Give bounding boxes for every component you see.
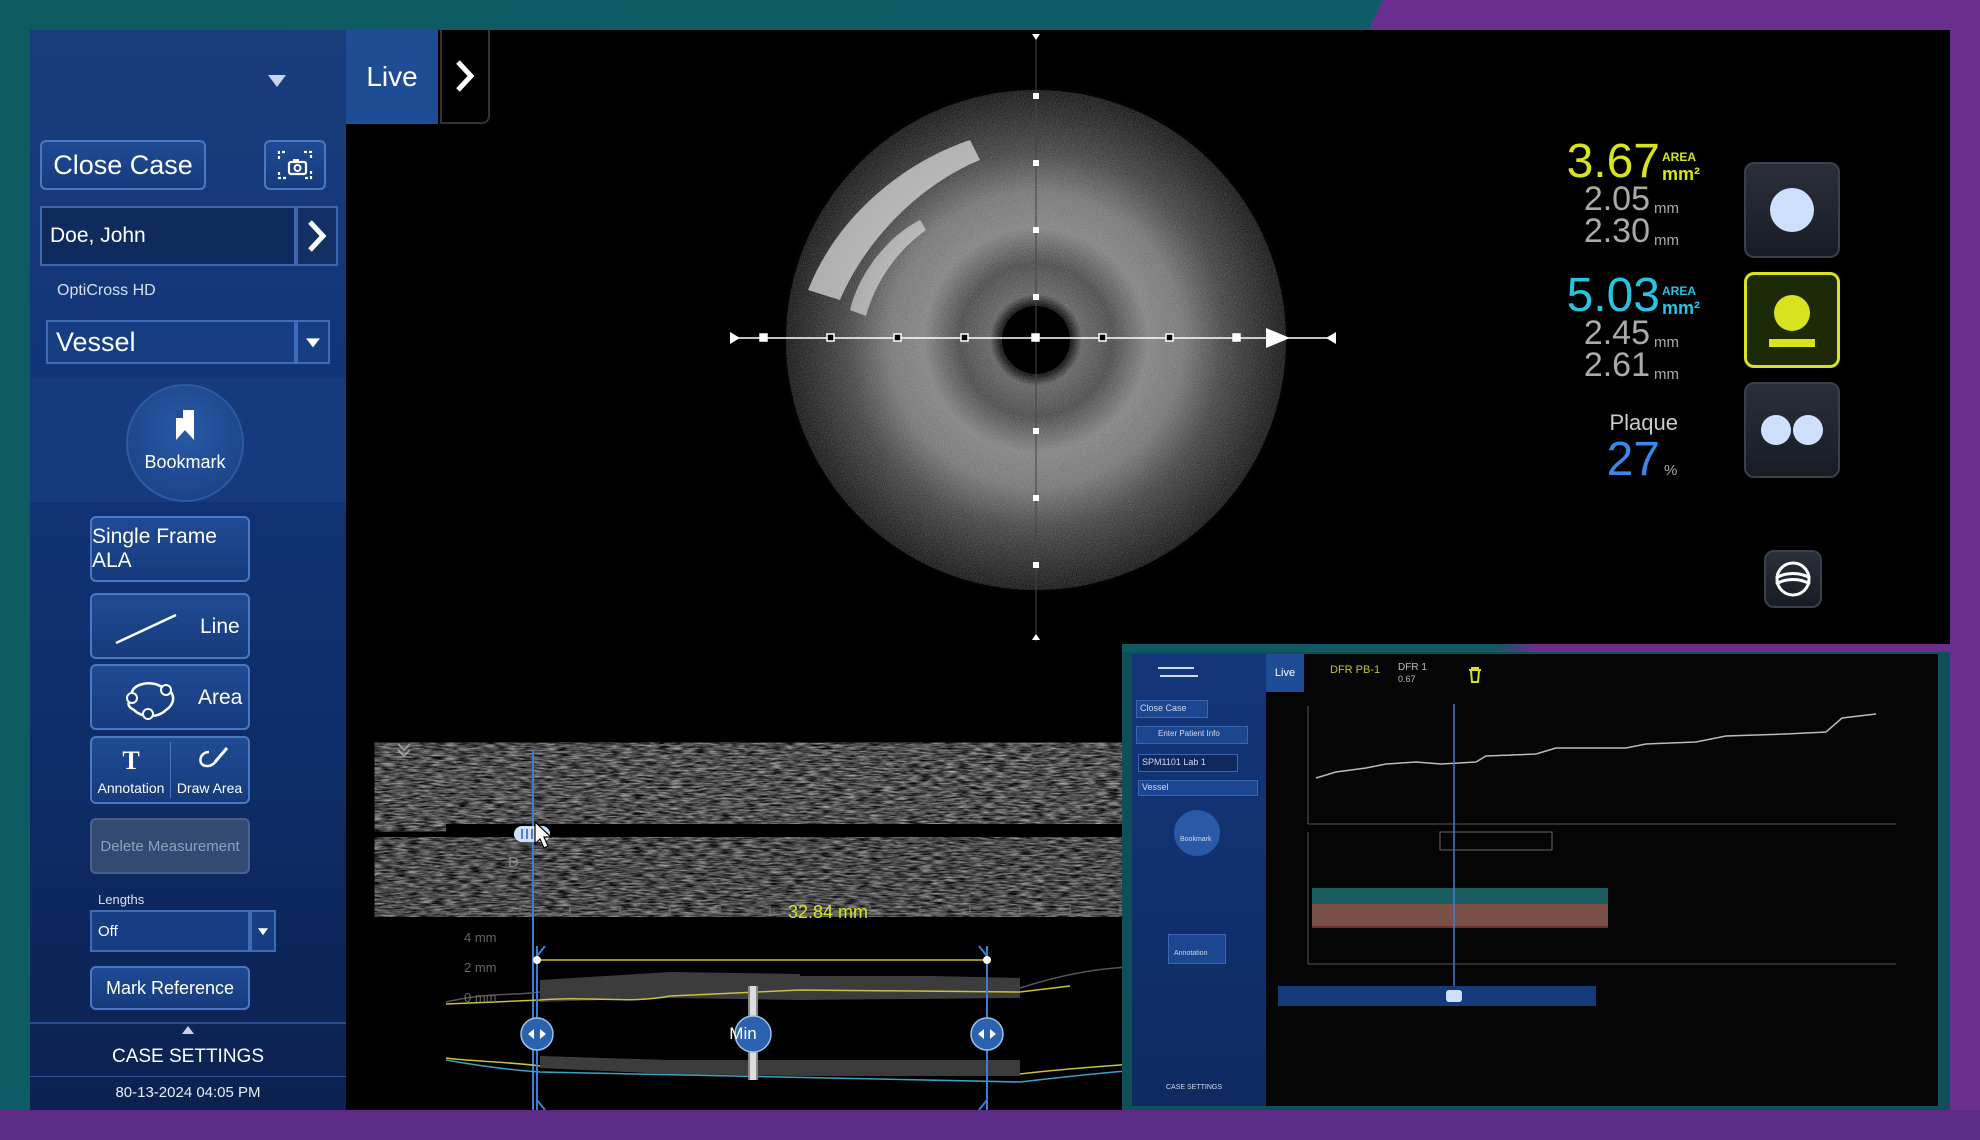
- inset-dfr-screen: Close Case Enter Patient Info SPM1101 La…: [1132, 654, 1938, 1106]
- circle-icon: [1770, 188, 1814, 232]
- chevron-up-icon[interactable]: [182, 1026, 194, 1034]
- min-marker-button[interactable]: Min: [725, 1024, 761, 1044]
- scale-4mm: 4 mm: [464, 930, 497, 945]
- inset-border: [1122, 644, 1950, 652]
- plaque-unit: %: [1664, 462, 1678, 479]
- tab-live[interactable]: Live: [346, 30, 438, 124]
- vessel-diameter-max: 2.61: [1583, 346, 1650, 384]
- chevron-right-icon: [308, 220, 327, 252]
- inset-trash-icon: [1469, 667, 1481, 683]
- inset-sidebar: Close Case Enter Patient Info SPM1101 La…: [1132, 654, 1266, 1106]
- length-measurement-label: 32.84 mm: [787, 902, 869, 922]
- profile-icon: [1769, 295, 1815, 347]
- annotation-button[interactable]: T Annotation: [92, 738, 170, 802]
- inset-screenshot: Close Case Enter Patient Info SPM1101 La…: [1122, 644, 1950, 1110]
- ivus-screen: Close Case Doe, John OptiCross HD Vessel…: [30, 30, 1950, 1110]
- lengths-dropdown-button[interactable]: [250, 910, 276, 952]
- text-tool-icon: T: [122, 746, 140, 775]
- line-icon: [115, 613, 177, 645]
- case-datetime: 80-13-2024 04:05 PM: [115, 1084, 261, 1101]
- area-label: Area: [198, 686, 243, 709]
- inset-close-case-label: Close Case: [1140, 703, 1187, 713]
- line-tool-button[interactable]: Line: [90, 593, 250, 659]
- scale-0mm: 0 mm: [464, 990, 497, 1005]
- delete-measurement-button[interactable]: Delete Measurement: [90, 818, 250, 874]
- bookmark-label: Bookmark: [144, 452, 226, 472]
- area-icon: [126, 682, 175, 720]
- vessel-dropdown-button[interactable]: [296, 320, 330, 364]
- unit-mm: mm: [1654, 334, 1679, 351]
- vessel-area-label: AREA: [1662, 284, 1697, 298]
- case-settings-button[interactable]: CASE SETTINGS: [30, 1046, 346, 1068]
- patient-details-button[interactable]: [296, 206, 338, 266]
- close-case-button[interactable]: Close Case: [40, 140, 206, 190]
- area-tool-button[interactable]: Area: [90, 664, 250, 730]
- chevron-down-icon: [258, 928, 268, 936]
- vessel-area-unit: mm²: [1662, 298, 1701, 318]
- draw-area-button[interactable]: Draw Area: [171, 738, 248, 802]
- inset-bookmark-label: Bookmark: [1180, 836, 1212, 843]
- line-label: Line: [200, 615, 240, 638]
- settings-shortcut-button[interactable]: [1764, 550, 1822, 608]
- dual-circle-icon: [1761, 415, 1823, 445]
- chevron-right-icon: [456, 60, 475, 92]
- display-mode-lumen-button[interactable]: [1744, 162, 1840, 258]
- inset-case-settings-label: CASE SETTINGS: [1166, 1084, 1223, 1091]
- unit-mm: mm: [1654, 200, 1679, 217]
- divider: [30, 1076, 346, 1077]
- patient-name-field[interactable]: Doe, John: [40, 206, 296, 266]
- expand-tabs-button[interactable]: [440, 30, 490, 124]
- bookmark-icon: [176, 410, 194, 440]
- mark-reference-button[interactable]: Mark Reference: [90, 966, 250, 1010]
- vessel-select[interactable]: Vessel: [46, 320, 296, 364]
- distal-marker: D: [508, 854, 519, 871]
- unit-mm: mm: [1654, 366, 1679, 383]
- ivus-cross-section[interactable]: [690, 30, 1390, 650]
- plaque-value: 27: [1606, 433, 1660, 486]
- inset-live-tab: Live: [1266, 654, 1304, 692]
- annotation-label: Annotation: [97, 780, 165, 796]
- display-mode-profile-button[interactable]: [1744, 272, 1840, 368]
- inset-dfr2-label: DFR 1: [1398, 662, 1427, 673]
- divider: [30, 1022, 346, 1024]
- annotation-group: T Annotation Draw Area: [90, 736, 250, 804]
- inset-lab-label: SPM1101 Lab 1: [1142, 757, 1206, 767]
- lengths-select[interactable]: Off: [90, 910, 250, 952]
- draw-area-icon: [199, 747, 229, 768]
- inset-dfr2-value: 0.67: [1398, 674, 1416, 684]
- catheter-label: OptiCross HD: [57, 282, 156, 299]
- unit-mm: mm: [1654, 232, 1679, 249]
- inset-vessel-label: Vessel: [1142, 782, 1169, 792]
- single-frame-ala-button[interactable]: Single Frame ALA: [90, 516, 250, 582]
- lengths-label: Lengths: [98, 892, 145, 907]
- bookmark-button[interactable]: Bookmark: [126, 384, 244, 502]
- inset-bookmark-button: [1174, 810, 1220, 856]
- menu-dropdown-icon[interactable]: [268, 75, 286, 87]
- inset-annotation-button: [1168, 934, 1226, 964]
- chevron-down-icon: [306, 338, 320, 348]
- inset-patient-label: Enter Patient Info: [1158, 729, 1220, 738]
- lumen-area-label: AREA: [1662, 150, 1697, 164]
- draw-area-label: Draw Area: [176, 780, 243, 796]
- lumen-area-unit: mm²: [1662, 164, 1701, 184]
- globe-icon: [1775, 561, 1811, 597]
- lumen-diameter-max: 2.30: [1583, 212, 1650, 250]
- snapshot-button[interactable]: [264, 140, 326, 190]
- inset-dfr-chart: [1278, 704, 1896, 1006]
- inset-dfr1-label: DFR PB-1: [1330, 664, 1381, 676]
- inset-annotation-label: Annotation: [1174, 950, 1208, 957]
- camera-icon: [277, 150, 313, 180]
- scale-2mm: 2 mm: [464, 960, 497, 975]
- logo-icon: [1158, 667, 1198, 677]
- sidebar: Close Case Doe, John OptiCross HD Vessel…: [30, 30, 346, 1110]
- display-mode-dual-button[interactable]: [1744, 382, 1840, 478]
